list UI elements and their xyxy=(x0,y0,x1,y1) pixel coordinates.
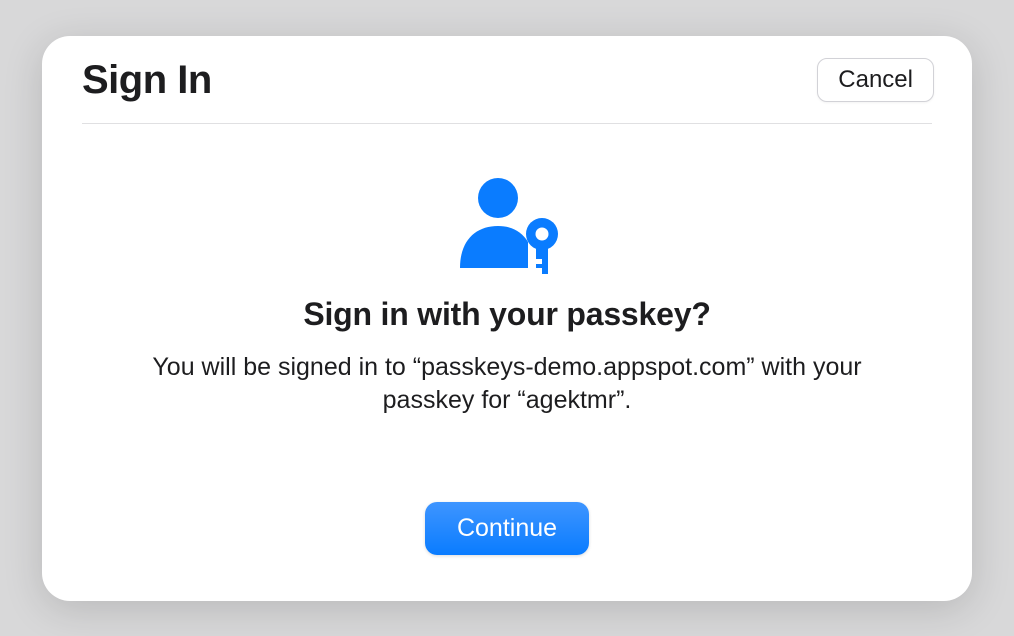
continue-button[interactable]: Continue xyxy=(425,502,589,555)
dialog-body: Sign in with your passkey? You will be s… xyxy=(42,124,972,502)
prompt-description: You will be signed in to “passkeys-demo.… xyxy=(117,351,897,419)
dialog-title: Sign In xyxy=(82,58,212,103)
prompt-heading: Sign in with your passkey? xyxy=(303,296,710,333)
sign-in-dialog: Sign In Cancel Sign in with your passkey… xyxy=(42,36,972,601)
dialog-footer: Continue xyxy=(42,502,972,601)
dialog-header: Sign In Cancel xyxy=(42,36,972,123)
cancel-button[interactable]: Cancel xyxy=(817,58,934,102)
passkey-user-icon xyxy=(452,176,562,276)
